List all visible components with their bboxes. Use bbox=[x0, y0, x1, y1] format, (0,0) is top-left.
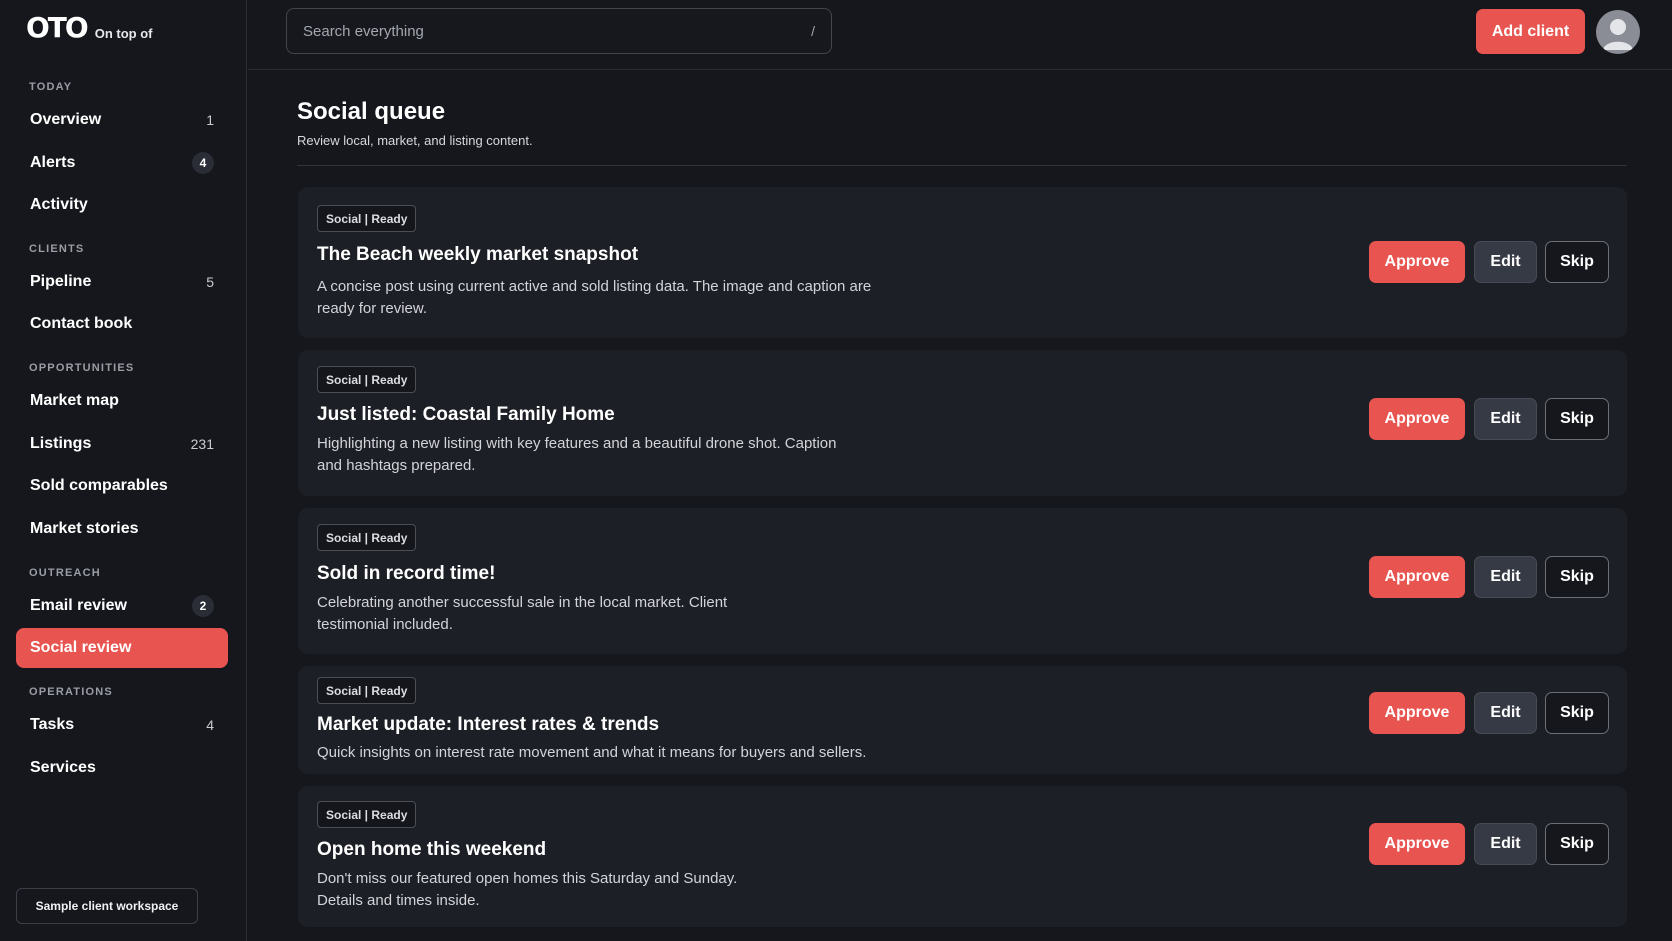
social-post-card: Social | Ready The Beach weekly market s… bbox=[298, 187, 1627, 338]
sidebar-item-pipeline[interactable]: Pipeline 5 bbox=[16, 262, 228, 302]
search-box[interactable]: / bbox=[286, 8, 832, 54]
post-title: Sold in record time! bbox=[317, 563, 496, 584]
section-label-today: TODAY bbox=[29, 81, 73, 93]
oto-logo: OTO bbox=[26, 11, 89, 44]
post-description: Don't miss our featured open homes this … bbox=[317, 870, 738, 909]
sidebar-item-alerts[interactable]: Alerts 4 bbox=[16, 143, 228, 183]
edit-button[interactable]: Edit bbox=[1474, 241, 1537, 283]
sidebar-item-social-review[interactable]: Social review bbox=[16, 628, 228, 668]
post-title: Market update: Interest rates & trends bbox=[317, 714, 660, 735]
sidebar-item-label: Social review bbox=[30, 639, 132, 656]
post-description: Highlighting a new listing with key feat… bbox=[317, 435, 837, 474]
page-title: Social queue bbox=[297, 98, 446, 125]
sidebar: OTO On top of TODAY Overview 1 Alerts 4 … bbox=[0, 0, 247, 941]
approve-button[interactable]: Approve bbox=[1369, 398, 1465, 440]
sidebar-item-label: Market stories bbox=[30, 520, 139, 537]
status-tag: Social | Ready bbox=[317, 366, 417, 393]
post-description: Celebrating another successful sale in t… bbox=[317, 594, 728, 633]
post-title: Just listed: Coastal Family Home bbox=[317, 404, 615, 425]
status-tag: Social | Ready bbox=[317, 524, 417, 551]
sidebar-item-activity[interactable]: Activity bbox=[16, 185, 228, 225]
search-input[interactable] bbox=[303, 22, 783, 40]
status-tag: Social | Ready bbox=[317, 801, 417, 828]
sidebar-item-label: Activity bbox=[30, 196, 88, 213]
sidebar-item-label: Contact book bbox=[30, 315, 133, 332]
section-label-outreach: OUTREACH bbox=[29, 567, 101, 579]
social-post-card: Social | Ready Just listed: Coastal Fami… bbox=[298, 350, 1627, 496]
social-post-card: Social | Ready Sold in record time! Cele… bbox=[298, 508, 1627, 654]
skip-button[interactable]: Skip bbox=[1545, 556, 1609, 598]
edit-button[interactable]: Edit bbox=[1474, 692, 1537, 734]
approve-button[interactable]: Approve bbox=[1369, 692, 1465, 734]
approve-button[interactable]: Approve bbox=[1369, 556, 1465, 598]
sidebar-item-label: Market map bbox=[30, 392, 119, 409]
post-title: Open home this weekend bbox=[317, 839, 547, 860]
edit-button[interactable]: Edit bbox=[1474, 556, 1537, 598]
sidebar-item-market-stories[interactable]: Market stories bbox=[16, 509, 228, 549]
sidebar-item-services[interactable]: Services bbox=[16, 748, 228, 788]
skip-button[interactable]: Skip bbox=[1545, 241, 1609, 283]
approve-button[interactable]: Approve bbox=[1369, 823, 1465, 865]
workspace-button[interactable]: Sample client workspace bbox=[16, 888, 198, 924]
sidebar-item-label: Services bbox=[30, 759, 96, 776]
sidebar-item-tasks[interactable]: Tasks 4 bbox=[16, 705, 228, 745]
brand[interactable]: OTO On top of bbox=[26, 14, 152, 42]
sidebar-item-label: Alerts bbox=[30, 154, 76, 171]
add-client-button[interactable]: Add client bbox=[1476, 9, 1585, 54]
topbar: / Add client bbox=[248, 0, 1672, 70]
sidebar-item-email-review[interactable]: Email review 2 bbox=[16, 586, 228, 626]
social-post-card: Social | Ready Market update: Interest r… bbox=[298, 666, 1627, 774]
skip-button[interactable]: Skip bbox=[1545, 398, 1609, 440]
status-tag: Social | Ready bbox=[317, 677, 417, 704]
section-label-opportunities: OPPORTUNITIES bbox=[29, 362, 135, 374]
sidebar-item-label: Overview bbox=[30, 111, 102, 128]
sidebar-item-label: Email review bbox=[30, 597, 127, 614]
approve-button[interactable]: Approve bbox=[1369, 241, 1465, 283]
edit-button[interactable]: Edit bbox=[1474, 823, 1537, 865]
tasks-count: 4 bbox=[206, 717, 214, 733]
overview-count: 1 bbox=[206, 112, 214, 128]
sidebar-item-label: Sold comparables bbox=[30, 477, 168, 494]
section-label-operations: OPERATIONS bbox=[29, 686, 113, 698]
sidebar-item-listings[interactable]: Listings 231 bbox=[16, 424, 228, 464]
search-shortcut-hint: / bbox=[811, 23, 815, 39]
email-review-badge: 2 bbox=[192, 595, 214, 617]
alerts-badge: 4 bbox=[192, 152, 214, 174]
user-silhouette-icon bbox=[1603, 19, 1633, 50]
sidebar-item-contact-book[interactable]: Contact book bbox=[16, 304, 228, 344]
post-description: A concise post using current active and … bbox=[317, 278, 872, 317]
edit-button[interactable]: Edit bbox=[1474, 398, 1537, 440]
header-divider bbox=[297, 165, 1627, 166]
post-description: Quick insights on interest rate movement… bbox=[317, 744, 867, 761]
sidebar-item-label: Tasks bbox=[30, 716, 75, 733]
skip-button[interactable]: Skip bbox=[1545, 823, 1609, 865]
listings-count: 231 bbox=[190, 436, 214, 452]
sidebar-item-sold-comparables[interactable]: Sold comparables bbox=[16, 466, 228, 506]
sidebar-item-label: Pipeline bbox=[30, 273, 92, 290]
sidebar-item-label: Listings bbox=[30, 435, 92, 452]
social-post-card: Social | Ready Open home this weekend Do… bbox=[298, 786, 1627, 927]
section-label-clients: CLIENTS bbox=[29, 243, 85, 255]
page-subtitle: Review local, market, and listing conten… bbox=[297, 133, 533, 148]
skip-button[interactable]: Skip bbox=[1545, 692, 1609, 734]
post-title: The Beach weekly market snapshot bbox=[317, 244, 639, 265]
brand-tagline: On top of bbox=[94, 26, 153, 41]
pipeline-count: 5 bbox=[206, 274, 214, 290]
sidebar-item-market-map[interactable]: Market map bbox=[16, 381, 228, 421]
sidebar-item-overview[interactable]: Overview 1 bbox=[16, 100, 228, 140]
user-avatar-icon[interactable] bbox=[1596, 10, 1640, 54]
status-tag: Social | Ready bbox=[317, 205, 417, 232]
